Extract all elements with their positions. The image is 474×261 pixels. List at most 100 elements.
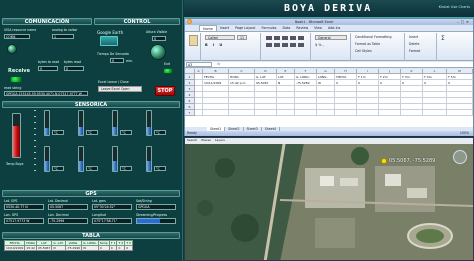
gps-value[interactable]: -75.2996 [48,218,88,224]
buoy-marker-icon[interactable] [381,158,387,164]
app-title: BOYA DERIVA [284,3,373,14]
grid-cell[interactable] [195,110,203,116]
map-toolbar: Search Places Layers [185,138,473,144]
ribbon: Calibri 11 B I U General $ % , Condition… [185,31,473,61]
temp-tank-value: °C [154,130,166,135]
spreadsheet-grid[interactable]: A B C D E F G H I J K L M 1 FECHA HORA G. LAT. LAT. G. LON… [185,69,473,127]
map-toolbar-item[interactable]: Layers [213,138,227,144]
styles-group: Conditional Formatting Format as Table Cel… [353,33,405,61]
help-link[interactable]: Kholat Use Charts [439,5,470,9]
table-cell: 0 [97,245,110,251]
gps-label: Streaming/Progress [136,213,168,217]
temp-tank-gauge [44,110,50,136]
grid-cell[interactable] [229,110,255,116]
status-bar: Ready 100% [185,131,473,136]
font-size-select[interactable]: 11 [237,35,247,40]
grid-cell[interactable] [255,110,277,116]
paste-icon[interactable] [189,35,198,46]
map-toolbar-item[interactable]: Places [199,138,213,144]
name-box[interactable]: A3 [186,62,212,67]
table-cell: 05.5067 [35,245,53,251]
grid-cell[interactable] [335,110,357,116]
exit-label: Exit [164,62,171,66]
alignment-group [263,33,311,61]
temp-tank-value: °C [86,130,98,135]
grid-cell[interactable] [447,110,473,116]
gps-value[interactable]: 05.5067 [48,204,88,210]
temp-tank-fill [113,126,117,135]
gps-value[interactable]: 07517.9773 W [4,218,44,224]
tabla-container: FECHA HORA LAT. G. LAT. LONG. G. LONG. Temp T 1… [4,240,180,260]
grid-cell[interactable] [317,110,335,116]
read-string-field[interactable]: GPGGA,155145.59,0530.4071,N,07517.9777,W… [4,91,88,96]
gps-value[interactable]: 0530.40.77 N [4,204,44,210]
font-name-select[interactable]: Calibri [205,35,235,40]
table-cell: 10/10/2009 [4,245,26,251]
bold-italic-underline-icon[interactable]: B I U [205,43,224,47]
compass-icon[interactable] [453,150,467,164]
bytes-read-input[interactable]: 0 [38,66,58,71]
cells-item[interactable]: Delete [409,42,419,46]
zoom-level[interactable]: 100% [460,131,469,135]
bytes-read2-input[interactable]: 0 [64,66,84,71]
google-earth-button[interactable] [100,36,118,46]
table-header-cell: Temp [97,240,110,246]
number-group: General $ % , [313,33,351,61]
grid-cell[interactable] [379,110,401,116]
receive-button[interactable] [10,76,22,83]
temp-tank-5: °C [40,146,72,180]
styles-item[interactable]: Format as Table [355,42,380,46]
cells-item[interactable]: Format [409,49,420,53]
visa-input[interactable]: COM4 [4,34,30,39]
styles-item[interactable]: Conditional Formatting [355,35,391,39]
cells-item[interactable]: Insert [409,35,418,39]
excel-close-label: Excel Leave / Close [98,80,129,84]
tiempo-input[interactable]: 0 [110,58,124,63]
indent-icons[interactable] [266,43,306,47]
office-orb-icon[interactable] [187,19,192,24]
grid-cell[interactable] [295,110,317,116]
gps-value[interactable]: 05°30'24.52" [92,204,132,210]
excel-window: Book1 - Microsoft Excel –□✕ Home Insert Pa… [184,18,474,136]
grid-cell[interactable] [277,110,295,116]
grid-cell[interactable] [423,110,447,116]
map-toolbar-item[interactable]: Search [185,138,199,144]
grid-cell[interactable] [357,110,379,116]
currency-percent-icon[interactable]: $ % , [315,43,324,47]
number-format-select[interactable]: General [315,35,347,40]
gps-label: Sat/String [136,199,152,203]
gps-value[interactable]: GPGGA [136,204,176,210]
gps-label: Lon. GPS [4,213,19,217]
window-controls-icon[interactable]: –□✕ [457,20,471,24]
temp-tank-value: °C [86,166,98,171]
exit-button[interactable] [163,68,173,74]
google-earth-map[interactable]: Search Places Layers 05.5067, -75.5289 [184,137,474,261]
analog-input[interactable]: 1 [52,34,74,39]
gps-label: Lat. gms [92,199,106,203]
baud-knob-icon[interactable] [7,44,17,54]
altura-input[interactable]: 0 [152,36,166,41]
data-table: FECHA HORA LAT. G. LAT. LONG. G. LONG. Temp T 1… [4,240,133,251]
grid-cell[interactable] [203,110,229,116]
gps-value[interactable] [136,218,176,224]
grid-cell[interactable] [401,110,423,116]
altura-knob-icon[interactable] [150,44,166,60]
fx-icon[interactable]: fx [217,62,220,66]
temp-tank-fill [147,161,151,171]
gps-label: Lon. Decimal [48,213,69,217]
styles-item[interactable]: Cell Styles [355,49,372,53]
stop-button[interactable]: STOP [155,86,175,96]
table-cell: N [51,245,66,251]
excel-close-select[interactable]: Leave Excel Open [98,86,142,92]
visa-label: VISA resource name [4,28,37,32]
receive-label: Receive [8,68,30,74]
gps-value[interactable]: 075°17'58.71" [92,218,132,224]
temp-tank-fill [147,126,151,135]
temp-tank-value: °C [52,130,64,135]
bytes-read-label: bytes to read [38,60,60,64]
sum-icon[interactable]: Σ [441,35,445,42]
cells-group: Insert Delete Format [407,33,437,61]
temp-tank-gauge [44,146,50,172]
table-cell: 0 [124,245,133,251]
align-icons[interactable] [266,36,306,40]
